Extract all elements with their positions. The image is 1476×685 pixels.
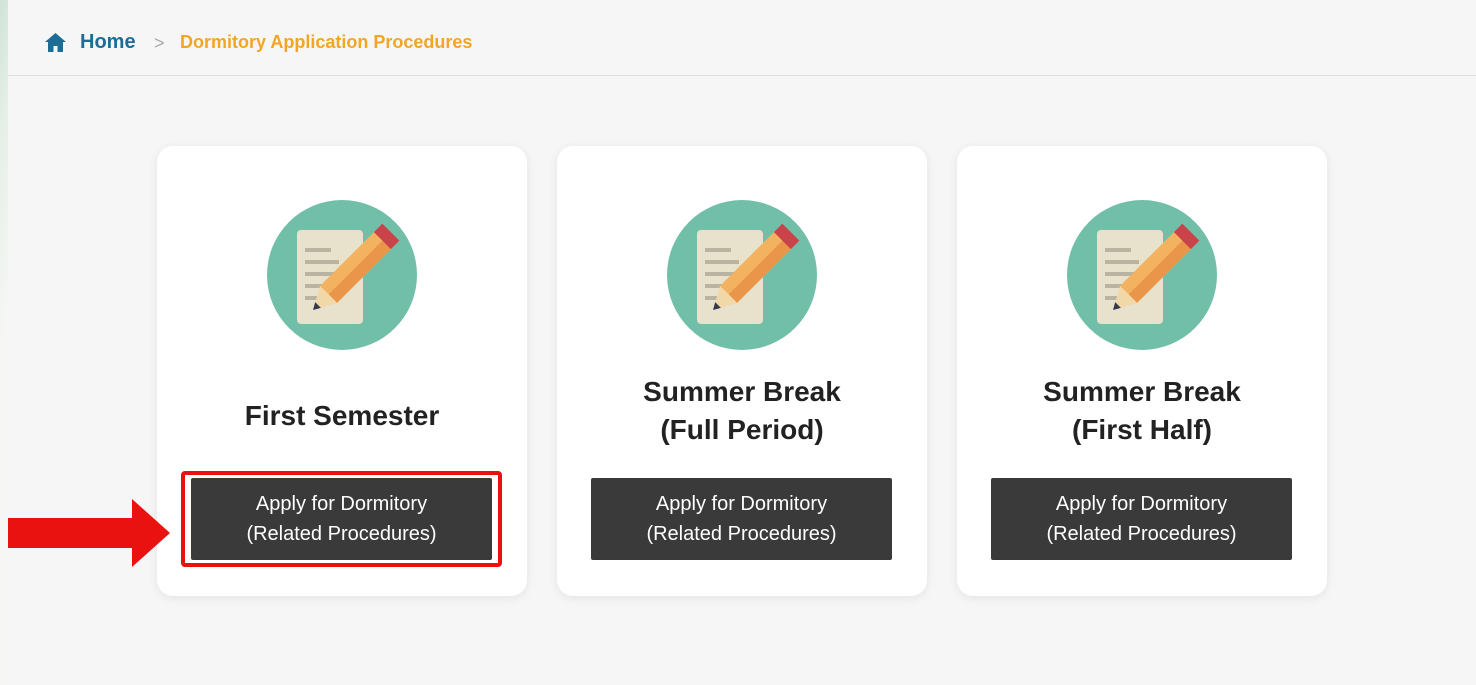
highlight-box: [181, 471, 502, 567]
card-title-line: (Full Period): [660, 414, 824, 445]
application-card-summer-first-half: Summer Break (First Half) Apply for Dorm…: [957, 146, 1327, 596]
breadcrumb: Home > Dormitory Application Procedures: [8, 0, 1476, 76]
card-title-line: (First Half): [1072, 414, 1212, 445]
document-pencil-icon: [1067, 200, 1217, 350]
card-title-line: First Semester: [244, 400, 440, 431]
card-title-line: Summer Break: [643, 376, 841, 407]
button-label-line: Apply for Dormitory: [1055, 493, 1228, 515]
apply-for-dormitory-button[interactable]: Apply for Dormitory (Related Procedures): [591, 478, 892, 560]
document-pencil-icon: [267, 200, 417, 350]
card-title-line: Summer Break: [1043, 376, 1241, 407]
button-label-line: (Related Procedures): [1046, 523, 1237, 545]
breadcrumb-current-page: Dormitory Application Procedures: [180, 32, 473, 52]
breadcrumb-home-link[interactable]: Home: [80, 31, 136, 54]
apply-for-dormitory-button[interactable]: Apply for Dormitory (Related Procedures): [991, 478, 1292, 560]
application-card-summer-full: Summer Break (Full Period) Apply for Dor…: [557, 146, 927, 596]
card-title: Summer Break (Full Period): [557, 373, 927, 449]
button-label-line: (Related Procedures): [646, 523, 837, 545]
card-title: Summer Break (First Half): [957, 373, 1327, 449]
breadcrumb-separator: >: [154, 33, 165, 53]
button-label-line: Apply for Dormitory: [655, 493, 828, 515]
home-icon[interactable]: [45, 33, 66, 52]
red-arrow-right-icon: [8, 499, 170, 567]
page: Home > Dormitory Application Procedures …: [8, 0, 1476, 685]
card-title: First Semester: [157, 397, 527, 435]
document-pencil-icon: [667, 200, 817, 350]
